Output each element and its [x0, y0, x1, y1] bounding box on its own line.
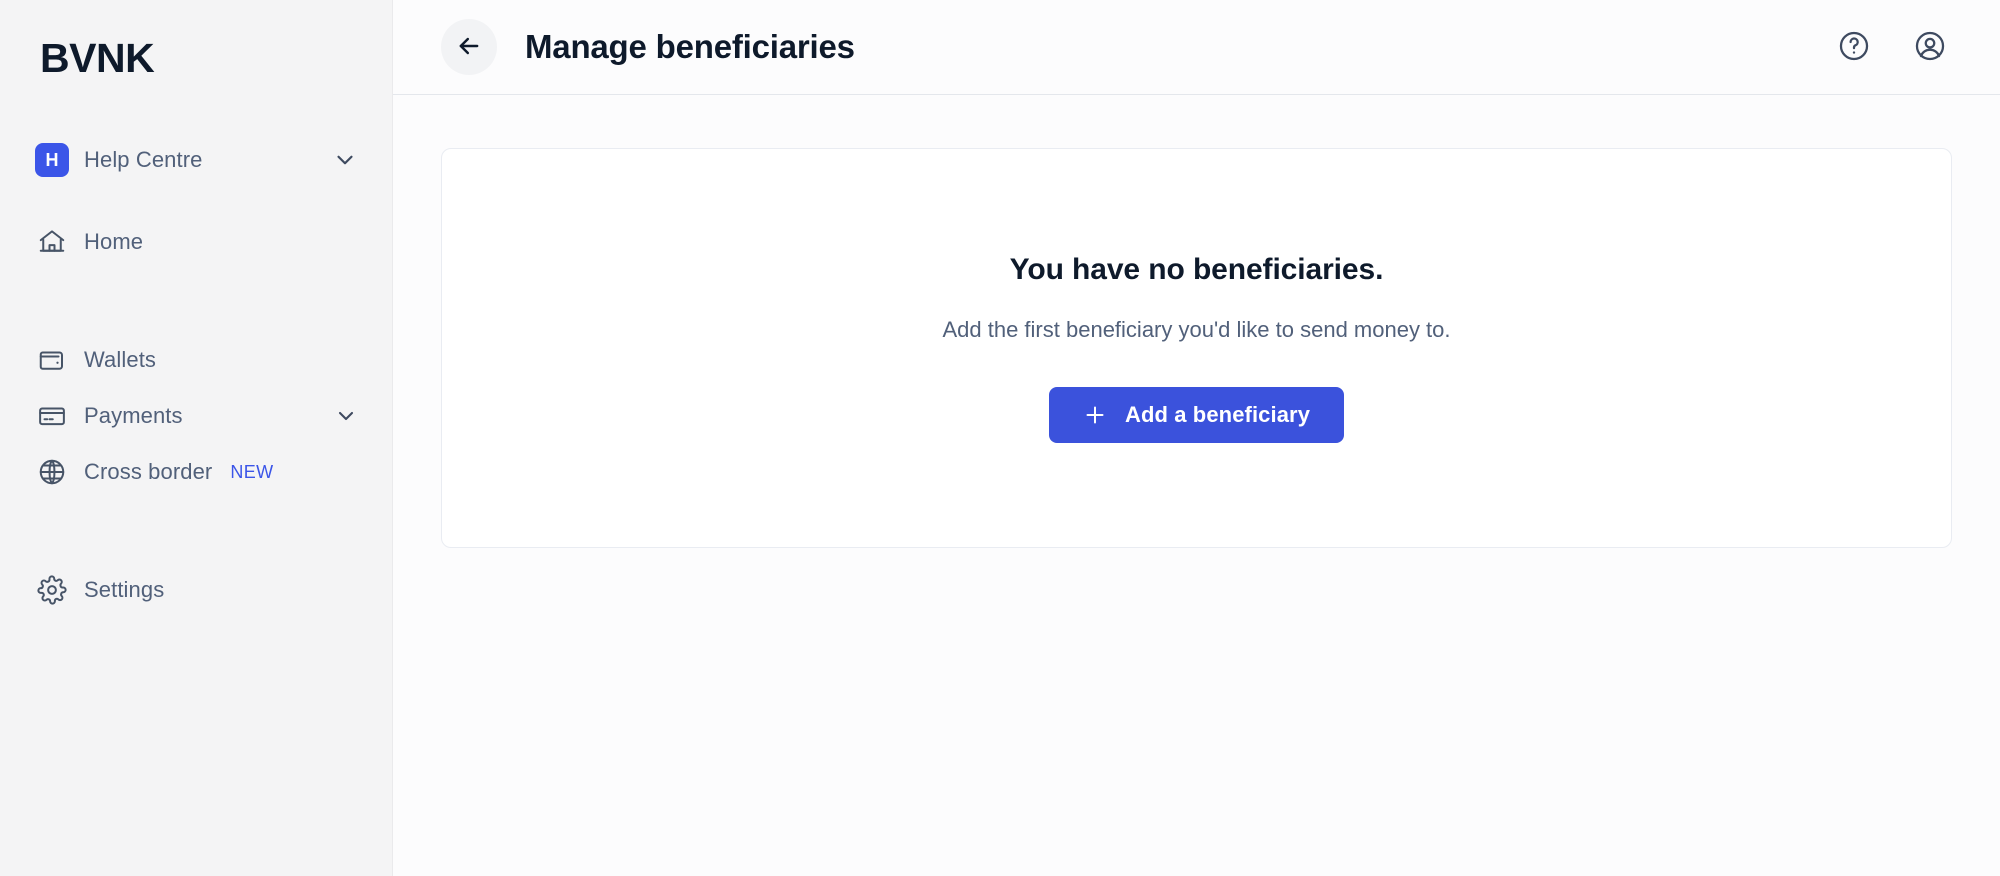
page-content: You have no beneficiaries. Add the first…: [393, 95, 2000, 876]
header-actions: [1832, 25, 1952, 69]
app-root: BVNK H Help Centre Home Wallets Payments…: [0, 0, 2000, 876]
empty-state-card: You have no beneficiaries. Add the first…: [441, 148, 1952, 548]
gear-icon: [30, 575, 74, 605]
wallet-icon: [30, 345, 74, 375]
home-icon: [30, 227, 74, 257]
chevron-down-icon[interactable]: [332, 147, 358, 173]
page-title: Manage beneficiaries: [525, 28, 855, 65]
page-header: Manage beneficiaries: [393, 0, 2000, 95]
status-badge-new: NEW: [230, 461, 274, 482]
brand-logo-text: BVNK: [40, 34, 155, 81]
sidebar-item-label-payments: Payments: [84, 403, 183, 428]
sidebar-item-label-cross-border: Cross border: [84, 459, 213, 484]
arrow-left-icon: [455, 32, 483, 63]
help-button[interactable]: [1832, 25, 1876, 69]
sidebar-item-label-home: Home: [84, 229, 144, 254]
nav-gap: [0, 188, 392, 214]
sidebar: BVNK H Help Centre Home Wallets Payments…: [0, 0, 393, 876]
nav-gap: [0, 500, 392, 562]
help-centre-badge-icon: H: [30, 143, 74, 177]
sidebar-item-wallets[interactable]: Wallets: [0, 332, 392, 388]
sidebar-item-cross-border[interactable]: Cross border NEW: [0, 444, 392, 500]
back-button[interactable]: [441, 19, 497, 75]
sidebar-item-label-help-centre: Help Centre: [84, 147, 203, 172]
add-beneficiary-label: Add a beneficiary: [1124, 402, 1311, 427]
chevron-down-icon[interactable]: [334, 404, 358, 428]
globe-icon: [30, 457, 74, 487]
nav-gap: [0, 270, 392, 332]
sidebar-item-label-wallets: Wallets: [84, 347, 157, 372]
user-circle-icon: [1913, 29, 1947, 66]
credit-card-icon: [30, 401, 74, 431]
account-button[interactable]: [1908, 25, 1952, 69]
question-circle-icon: [1837, 29, 1871, 66]
empty-state-subtitle: Add the first beneficiary you'd like to …: [942, 317, 1451, 342]
brand-logo[interactable]: BVNK: [0, 22, 392, 94]
add-beneficiary-button[interactable]: Add a beneficiary: [1048, 387, 1345, 443]
sidebar-item-label-settings: Settings: [84, 577, 165, 602]
main-area: Manage beneficiaries You have no benefic…: [393, 0, 2000, 876]
sidebar-item-payments[interactable]: Payments: [0, 388, 392, 444]
help-centre-badge-letter: H: [35, 143, 69, 177]
plus-icon: [1083, 403, 1107, 427]
empty-state-title: You have no beneficiaries.: [1009, 253, 1384, 286]
sidebar-item-settings[interactable]: Settings: [0, 562, 392, 618]
sidebar-item-home[interactable]: Home: [0, 214, 392, 270]
sidebar-nav: H Help Centre Home Wallets Payments Cros…: [0, 132, 392, 618]
sidebar-item-help-centre[interactable]: H Help Centre: [0, 132, 392, 188]
